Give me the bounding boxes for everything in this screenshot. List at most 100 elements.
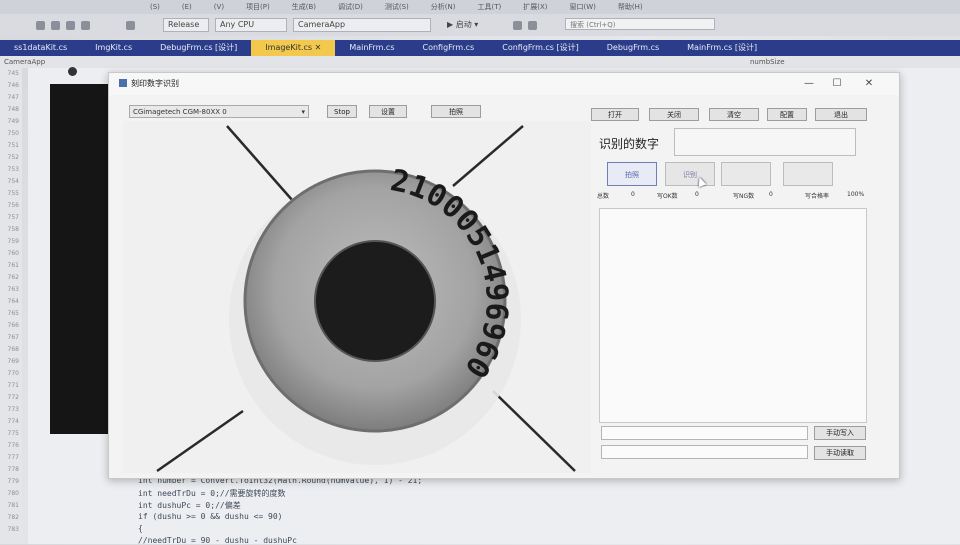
code-line: if (dushu >= 0 && dushu <= 90) [138,512,283,521]
stat-total-label: 总数 [597,193,610,200]
menu-item[interactable]: (S) [150,3,160,11]
disabled-button-3[interactable] [721,162,771,186]
menu-item[interactable]: (V) [214,3,224,11]
tab-file[interactable]: DebugFrm.cs [设计] [146,40,251,56]
code-line: int dushuPc = 0;//偏差 [138,501,241,510]
camera-preview-panel [50,84,112,434]
result-listbox[interactable] [599,208,867,423]
close-button[interactable]: ✕ [855,76,883,92]
line-number: 774 [7,418,19,425]
line-number: 747 [7,94,19,101]
disabled-button-4[interactable] [783,162,833,186]
line-number-gutter: 745 746 747 748 749 750 751 752 753 754 755 756 757 7… [0,68,22,544]
menu-item[interactable]: 分析(N) [431,2,456,12]
tab-file[interactable]: ConfigFrm.cs [设计] [488,40,593,56]
line-number: 775 [7,430,19,437]
stat-rate-value: 100% [847,191,865,198]
big-capture-button[interactable]: 拍照 [607,162,657,186]
manual-read-button[interactable]: 手动读取 [814,446,866,460]
project-dropdown[interactable]: CameraApp [4,58,45,66]
stat-ng-value: 0 [769,191,773,198]
save-icon[interactable] [66,20,75,30]
line-number: 772 [7,394,19,401]
tab-file[interactable]: ss1dataKit.cs [0,40,81,56]
code-line: { [138,524,143,533]
camera-icon[interactable] [528,20,537,30]
forward-icon[interactable] [51,20,60,30]
tab-file[interactable]: ImageKit.cs ✕ [251,40,336,56]
line-number: 763 [7,286,19,293]
clear-button[interactable]: 清空 [709,108,759,121]
digits-result-field[interactable] [674,128,856,156]
camera-select[interactable]: CGimagetech CGM-80XX 0 ▾ [129,105,309,118]
config-button[interactable]: 配置 [767,108,807,121]
back-icon[interactable] [36,20,45,30]
tab-file[interactable]: ConfigFrm.cs [408,40,488,56]
menu-item[interactable]: 项目(P) [246,2,270,12]
window-icon [119,79,127,87]
exit-button[interactable]: 退出 [815,108,867,121]
line-number: 760 [7,250,19,257]
save-all-icon[interactable] [81,20,90,30]
line-number: 776 [7,442,19,449]
manual-write-button[interactable]: 手动写入 [814,426,866,440]
minimize-button[interactable]: — [795,76,823,92]
line-number: 783 [7,526,19,533]
window-title: 刻印数字识别 [131,79,179,88]
tab-file[interactable]: DebugFrm.cs [593,40,673,56]
debug-icon[interactable] [513,20,522,30]
menu-item[interactable]: 帮助(H) [618,2,643,12]
line-number: 779 [7,478,19,485]
run-button[interactable]: ▶ 启动 ▾ [443,19,491,31]
line-number: 762 [7,274,19,281]
document-tabs: ss1dataKit.cs ImgKit.cs DebugFrm.cs [设计] Im… [0,40,960,56]
manual-read-input[interactable] [601,445,808,459]
member-dropdown[interactable]: numbSize [750,56,785,68]
menu-item[interactable]: 窗口(W) [570,2,596,12]
platform-select[interactable]: Any CPU [215,18,287,32]
maximize-button[interactable]: ☐ [823,76,851,92]
line-number: 770 [7,370,19,377]
configuration-select[interactable]: Release [163,18,209,32]
tab-file[interactable]: MainFrm.cs [335,40,408,56]
menu-item[interactable]: 生成(B) [292,2,316,12]
tab-file[interactable]: ImgKit.cs [81,40,146,56]
chevron-down-icon: ▾ [301,108,305,116]
line-number: 764 [7,298,19,305]
line-number: 769 [7,358,19,365]
open-button[interactable]: 打开 [591,108,639,121]
title-bar: 刻印数字识别 — ☐ ✕ [109,73,899,95]
stat-ok-label: 写OK数 [657,193,678,200]
line-number: 767 [7,334,19,341]
menu-item[interactable]: 工具(T) [477,2,501,12]
tab-file[interactable]: MainFrm.cs [设计] [673,40,771,56]
capture-button[interactable]: 拍照 [431,105,481,118]
recognize-button[interactable]: 识别 [665,162,715,186]
line-number: 748 [7,106,19,113]
line-number: 751 [7,142,19,149]
stat-ng-label: 写NG数 [733,193,755,200]
project-select[interactable]: CameraApp [293,18,431,32]
menu-item[interactable]: 调试(D) [338,2,363,12]
menu-item[interactable]: (E) [182,3,192,11]
menu-item[interactable]: 测试(S) [385,2,409,12]
line-number: 768 [7,346,19,353]
undo-icon[interactable] [126,20,135,30]
line-number: 759 [7,238,19,245]
line-number: 752 [7,154,19,161]
stop-button[interactable]: Stop [327,105,357,118]
manual-write-input[interactable] [601,426,808,440]
navigation-bar: CameraApp numbSize [0,56,960,68]
line-number: 754 [7,178,19,185]
menu-item[interactable]: 扩展(X) [523,2,547,12]
settings-button[interactable]: 设置 [369,105,407,118]
stat-ok-value: 0 [695,191,699,198]
ide-menubar: (S) (E) (V) 项目(P) 生成(B) 调试(D) 测试(S) 分析(N) 工具(T) 扩… [0,0,960,14]
line-number: 758 [7,226,19,233]
close-camera-button[interactable]: 关闭 [649,108,699,121]
line-number: 755 [7,190,19,197]
captured-coin-image: 2100051496960 [156,125,576,473]
line-number: 773 [7,406,19,413]
search-input[interactable]: 搜索 (Ctrl+Q) [565,18,715,30]
line-number: 750 [7,130,19,137]
